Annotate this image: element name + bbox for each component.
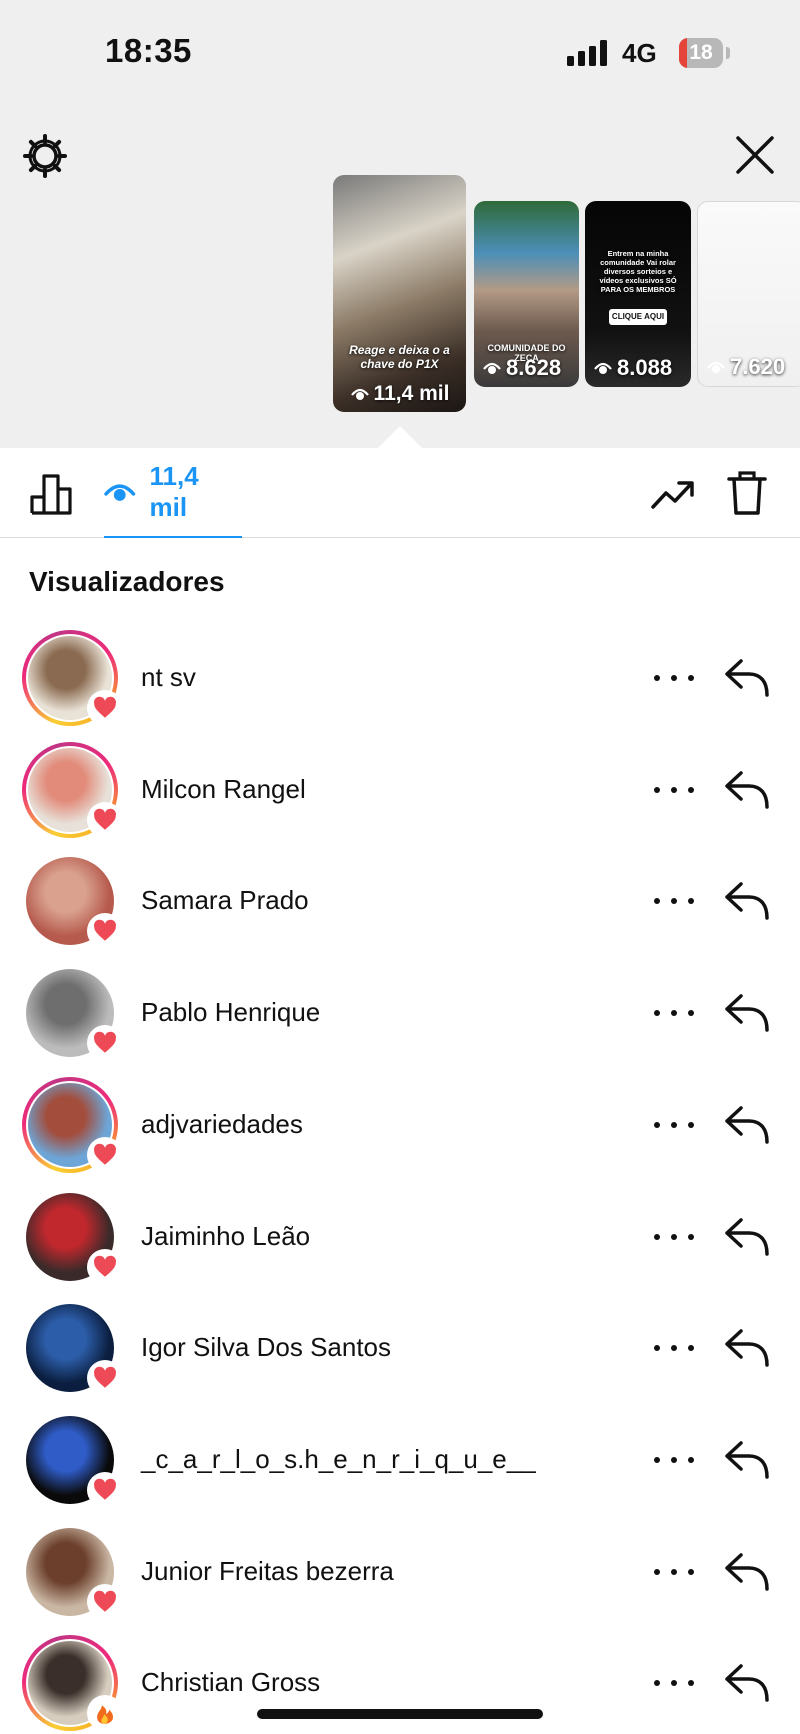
battery-level: 18	[689, 41, 713, 64]
viewer-username[interactable]: _c_a_r_l_o_s.h_e_n_r_i_q_u_e__	[141, 1444, 536, 1475]
viewer-row[interactable]: Milcon Rangel	[0, 736, 800, 848]
story-views: 11,4 mil	[333, 382, 466, 406]
heart-reaction-icon	[87, 1471, 123, 1508]
tab-viewers[interactable]: 11,4 mil	[104, 448, 242, 538]
reply-icon[interactable]	[723, 1662, 771, 1704]
viewer-row[interactable]: _c_a_r_l_o_s.h_e_n_r_i_q_u_e__	[0, 1406, 800, 1518]
viewer-row[interactable]: Pablo Henrique	[0, 959, 800, 1071]
more-options-icon[interactable]	[654, 1225, 694, 1249]
eye-icon	[707, 361, 725, 373]
avatar[interactable]	[22, 1189, 123, 1285]
avatar[interactable]	[22, 741, 123, 838]
story-views-count: 11,4 mil	[373, 382, 450, 405]
battery-tip	[726, 47, 730, 59]
story-views-count: 8.628	[506, 355, 562, 380]
viewer-username[interactable]: Jaiminho Leão	[141, 1221, 310, 1252]
viewer-username[interactable]: Christian Gross	[141, 1667, 320, 1698]
eye-icon	[350, 388, 369, 400]
viewer-username[interactable]: Milcon Rangel	[141, 774, 306, 805]
more-options-icon[interactable]	[654, 1560, 694, 1584]
viewer-username[interactable]: Pablo Henrique	[141, 997, 320, 1028]
reply-icon[interactable]	[723, 1551, 771, 1593]
reply-icon[interactable]	[723, 1327, 771, 1369]
viewer-row[interactable]: adjvariedades	[0, 1071, 800, 1183]
story-views: 8.628	[482, 355, 579, 381]
avatar[interactable]	[22, 630, 123, 726]
avatar[interactable]	[22, 1300, 123, 1397]
more-options-icon[interactable]	[654, 1336, 694, 1360]
status-bar: 18:35 4G 18	[0, 0, 800, 100]
battery-icon: 18	[679, 38, 723, 68]
story-thumbnail-3[interactable]: Entrem na minha comunidade Vai rolar div…	[585, 201, 691, 387]
avatar[interactable]	[22, 1412, 123, 1508]
heart-reaction-icon	[87, 1248, 123, 1285]
viewer-row[interactable]: Jaiminho Leão	[0, 1183, 800, 1295]
eye-icon	[483, 362, 501, 374]
eye-icon	[594, 362, 612, 374]
heart-reaction-icon	[87, 1025, 123, 1062]
section-title: Visualizadores	[29, 566, 225, 597]
story-views-count: 7.620	[730, 354, 786, 379]
home-indicator[interactable]	[257, 1709, 543, 1719]
viewer-row[interactable]: Junior Freitas bezerra	[0, 1518, 800, 1630]
reply-icon[interactable]	[723, 1216, 771, 1258]
story-thumbnail-1[interactable]: Reage e deixa o a chave do P1X 11,4 mil	[333, 175, 466, 412]
viewer-username[interactable]: Junior Freitas bezerra	[141, 1556, 394, 1587]
story-caption: Reage e deixa o a chave do P1X	[349, 343, 450, 371]
more-options-icon[interactable]	[654, 1001, 694, 1025]
viewer-row[interactable]: nt sv	[0, 624, 800, 736]
status-time: 18:35	[105, 32, 192, 69]
close-icon[interactable]	[734, 134, 776, 176]
viewer-row[interactable]: Samara Prado	[0, 847, 800, 959]
heart-reaction-icon	[87, 913, 123, 950]
viewer-row[interactable]: Igor Silva Dos Santos	[0, 1294, 800, 1406]
heart-reaction-icon	[87, 1136, 123, 1173]
fire-reaction-icon	[87, 1695, 123, 1732]
heart-reaction-icon	[87, 1360, 123, 1397]
more-options-icon[interactable]	[654, 1113, 694, 1137]
eye-icon	[104, 484, 136, 501]
viewer-username[interactable]: adjvariedades	[141, 1109, 303, 1140]
bar-chart-icon[interactable]	[29, 470, 75, 516]
viewer-username[interactable]: Igor Silva Dos Santos	[141, 1332, 391, 1363]
more-options-icon[interactable]	[654, 1448, 694, 1472]
reply-icon[interactable]	[723, 657, 771, 699]
reply-icon[interactable]	[723, 769, 771, 811]
more-options-icon[interactable]	[654, 666, 694, 690]
more-options-icon[interactable]	[654, 889, 694, 913]
story-caption: Entrem na minha comunidade Vai rolar div…	[599, 249, 677, 294]
avatar[interactable]	[22, 853, 123, 950]
reply-icon[interactable]	[723, 1104, 771, 1146]
reply-icon[interactable]	[723, 1439, 771, 1481]
viewers-count: 11,4 mil	[149, 461, 199, 522]
viewer-username[interactable]: Samara Prado	[141, 885, 309, 916]
avatar[interactable]	[22, 965, 123, 1062]
story-preview-area: 18:35 4G 18 Reage e deixa o a chave do P…	[0, 0, 800, 448]
trash-icon[interactable]	[727, 470, 767, 516]
story-thumbnail-4[interactable]: 7.620	[697, 201, 800, 387]
story-views: 7.620	[706, 354, 800, 380]
avatar[interactable]	[22, 1076, 123, 1173]
story-cta-button: CLIQUE AQUI	[609, 309, 667, 325]
story-thumbnail-2[interactable]: COMUNIDADE DO ZECA 8.628	[474, 201, 579, 387]
gear-icon[interactable]	[22, 133, 68, 179]
reply-icon[interactable]	[723, 880, 771, 922]
more-options-icon[interactable]	[654, 1671, 694, 1695]
reply-icon[interactable]	[723, 992, 771, 1034]
viewer-username[interactable]: nt sv	[141, 662, 196, 693]
more-options-icon[interactable]	[654, 778, 694, 802]
story-views-count: 8.088	[617, 355, 673, 380]
trending-icon[interactable]	[650, 474, 696, 514]
avatar[interactable]	[22, 1524, 123, 1620]
avatar[interactable]	[22, 1635, 123, 1732]
story-views: 8.088	[593, 355, 691, 381]
heart-reaction-icon	[87, 690, 123, 726]
heart-reaction-icon	[87, 801, 123, 838]
signal-icon	[567, 40, 607, 66]
heart-reaction-icon	[87, 1583, 123, 1620]
network-type: 4G	[622, 38, 657, 68]
selected-story-pointer	[378, 426, 422, 448]
